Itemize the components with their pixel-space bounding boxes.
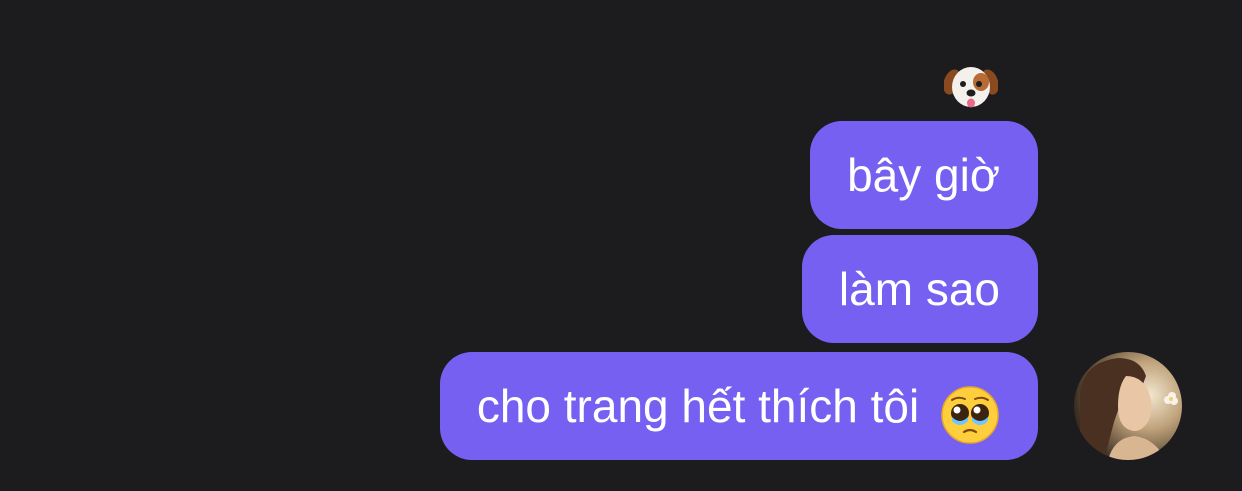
message-bubble[interactable]: làm sao [801, 235, 1038, 343]
message-bubble[interactable]: cho trang hết thích tôi [439, 352, 1038, 460]
message-text: bây giờ [847, 149, 1000, 201]
message-text: cho trang hết thích tôi [476, 380, 920, 432]
pleading-face-icon [940, 375, 1000, 444]
dog-face-icon[interactable] [943, 62, 999, 112]
message-text: làm sao [838, 263, 1000, 315]
message-bubble[interactable]: bây giờ [810, 121, 1038, 229]
avatar[interactable] [1074, 352, 1182, 460]
